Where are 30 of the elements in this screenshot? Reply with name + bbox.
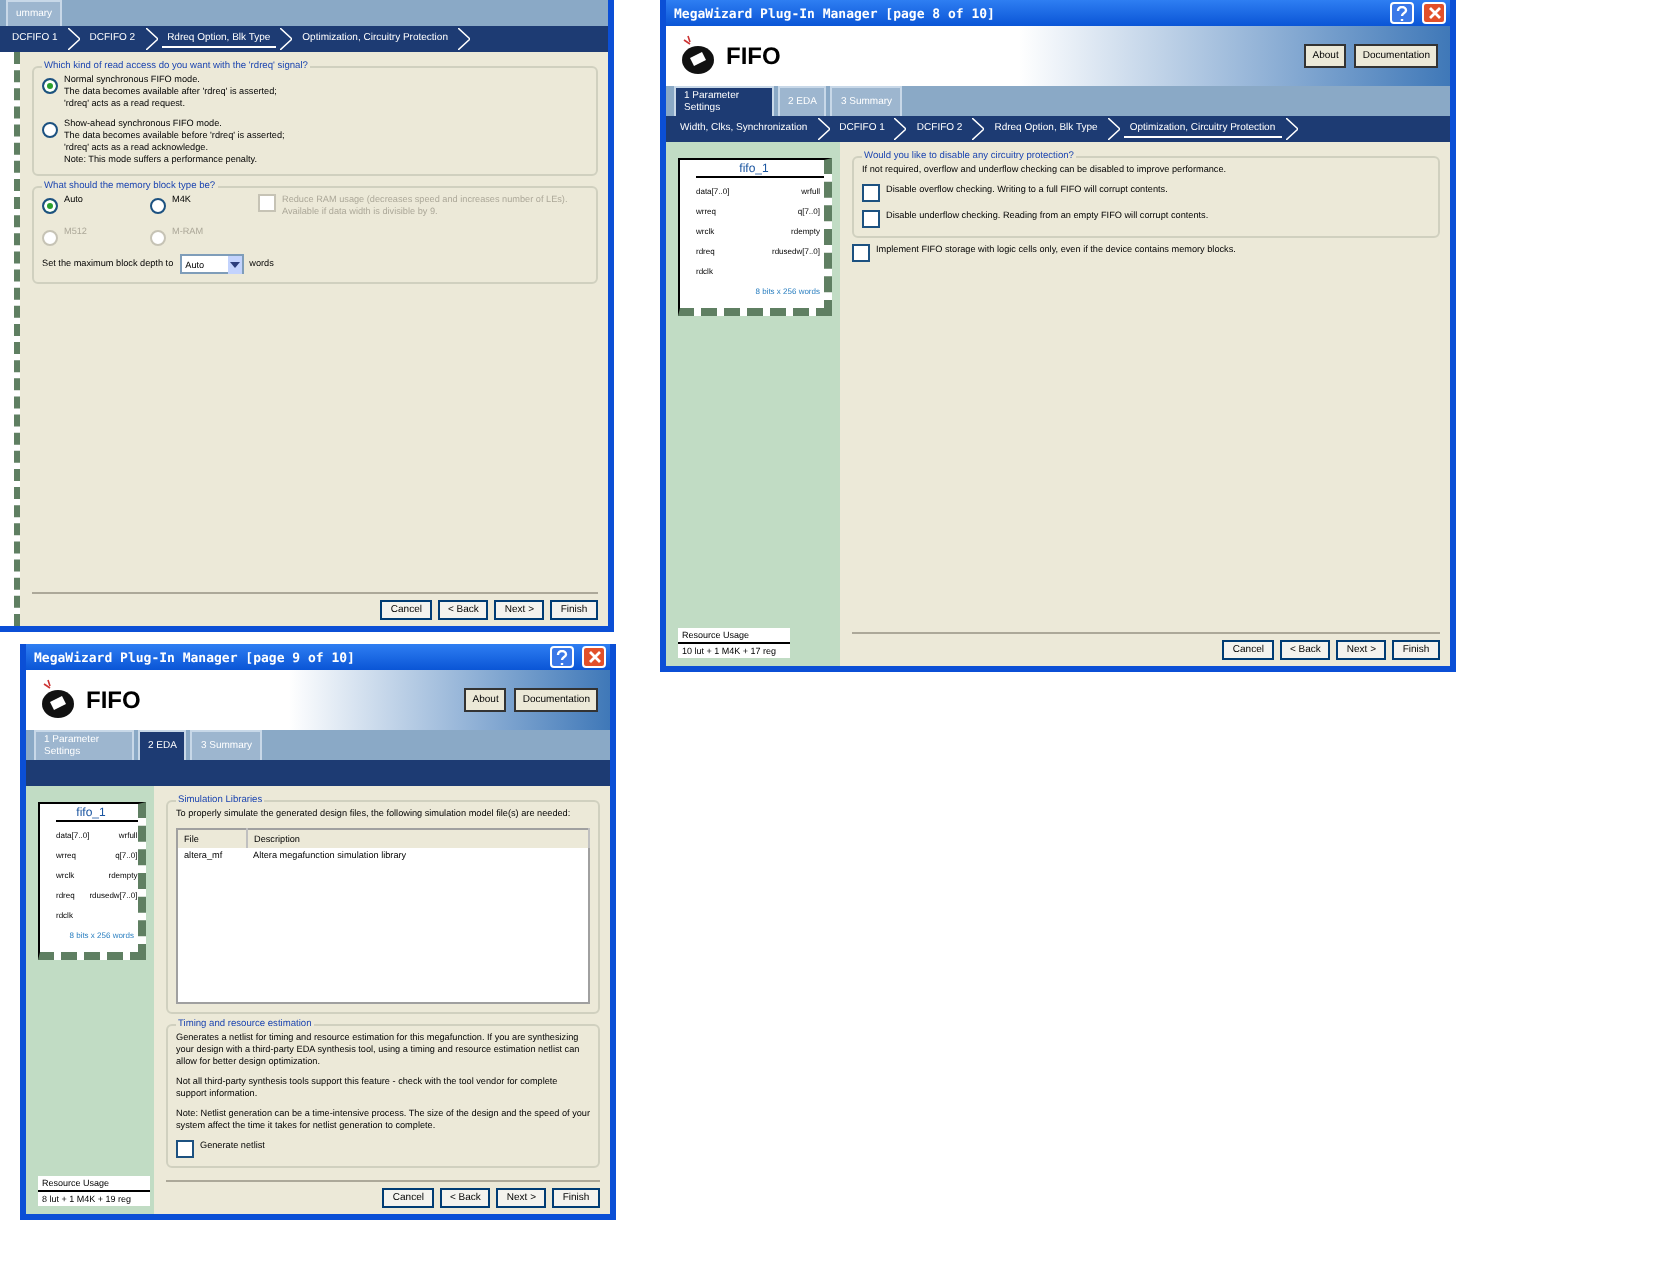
caret-icon [229, 261, 240, 267]
checkbox[interactable] [862, 184, 880, 202]
help-button[interactable] [550, 646, 574, 668]
chevron-icon [972, 118, 985, 140]
chevron-icon [817, 118, 830, 140]
close-icon [1427, 6, 1441, 20]
help-button[interactable] [1390, 2, 1414, 24]
wizard-logo-icon [38, 678, 78, 722]
chevron-icon [280, 28, 293, 50]
radio-button[interactable] [42, 198, 58, 214]
close-icon [587, 650, 601, 664]
radio-button[interactable] [42, 122, 58, 138]
close-button[interactable] [582, 646, 606, 668]
chevron-icon [1107, 118, 1120, 140]
chevron-icon [1285, 118, 1298, 140]
radio-button[interactable] [42, 78, 58, 94]
checkbox[interactable] [176, 1140, 194, 1158]
chevron-icon [894, 118, 907, 140]
chevron-icon [67, 28, 80, 50]
question-icon [556, 649, 568, 665]
chevron-icon [145, 28, 158, 50]
checkbox[interactable] [852, 244, 870, 262]
question-icon [1396, 5, 1408, 21]
close-button[interactable] [1422, 2, 1446, 24]
radio-button[interactable] [150, 198, 166, 214]
product-title: FIFO [86, 686, 143, 714]
chevron-icon [457, 28, 470, 50]
checkbox[interactable] [862, 210, 880, 228]
product-title: FIFO [726, 42, 783, 70]
wizard-logo-icon [678, 34, 718, 78]
